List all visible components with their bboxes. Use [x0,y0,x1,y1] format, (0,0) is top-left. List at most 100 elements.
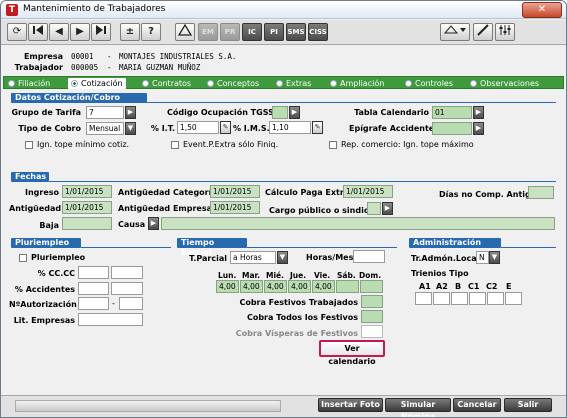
causa-dropdown[interactable]: ▶ [148,217,159,230]
radio-selected-icon [71,80,78,87]
hours-vie[interactable]: 4,00 [312,280,335,293]
baja-field[interactable] [62,217,112,230]
hours-lun[interactable]: 4,00 [216,280,239,293]
app-icon: T [6,4,18,16]
cobra-visperas-field[interactable] [361,325,383,338]
tab-conceptos[interactable]: Conceptos [207,78,259,89]
scrollbar-thumb[interactable] [16,401,280,411]
plus-minus-button[interactable]: ± [120,23,140,41]
calc-paga-extra-field[interactable]: 1/01/2015 [343,185,393,198]
insertar-foto-button[interactable]: Insertar Foto [318,398,383,412]
tab-contratos[interactable]: Contratos [142,78,191,89]
antiguedad-field[interactable]: 1/01/2015 [62,201,112,214]
it-field[interactable]: 1,50 [177,121,219,134]
ant-empresa-field[interactable]: 1/01/2015 [210,201,260,214]
cobra-todos-festivos-field[interactable] [361,310,383,323]
ims-field[interactable]: 1,10 [269,121,311,134]
tab-extras[interactable]: Extras [276,78,311,89]
tab-label: Extras [286,79,312,88]
settings-button[interactable] [495,23,515,41]
tipo-cobro-select[interactable]: Mensual [86,122,124,135]
day-header-mie: Mié. [266,271,284,280]
trienio-field-a1[interactable] [415,292,432,305]
it-edit-button[interactable]: ✎ [220,121,231,134]
ign-tope-checkbox[interactable] [25,141,33,149]
tparcial-select[interactable]: a Horas [230,251,276,264]
epigrafe-dropdown[interactable]: ▶ [473,122,484,135]
first-record-button[interactable] [28,23,48,41]
horizontal-scrollbar[interactable] [15,400,281,412]
tab-controles[interactable]: Controles [405,78,453,89]
accidentes-field-1[interactable] [78,282,109,295]
tipo-cobro-dropdown[interactable]: ▼ [125,122,136,135]
tparcial-dropdown[interactable]: ▼ [277,251,288,264]
trienio-field-e[interactable] [505,292,522,305]
lit-empresas-field[interactable] [78,313,143,326]
grupo-tarifa-dropdown[interactable]: ▶ [125,106,136,119]
autorizacion-field-1[interactable] [78,297,109,310]
ver-calendario-button[interactable]: Ver calendario [319,340,385,366]
tab-observaciones[interactable]: Observaciones [470,78,539,89]
trienio-field-a2[interactable] [433,292,450,305]
cancelar-button[interactable]: Cancelar [453,398,501,412]
close-button[interactable]: ✕ [522,2,562,18]
tabla-calendario-field[interactable]: 01 [432,106,472,119]
tabla-calendario-dropdown[interactable]: ▶ [473,106,484,119]
tab-cotizacion[interactable]: Cotización [68,78,126,89]
simular-nomina-button[interactable]: Simular Nómina [385,398,451,417]
ims-edit-button[interactable]: ✎ [312,121,323,134]
tab-label: Cotización [81,79,123,88]
causa-field[interactable] [161,217,555,230]
rep-comercio-checkbox[interactable] [329,141,337,149]
tr-admon-local-select[interactable]: N [476,251,489,264]
tag-pi-button[interactable]: PI [264,23,284,41]
horas-mes-field[interactable] [353,250,385,263]
tab-filiacion[interactable]: Filiación [8,78,50,89]
section-divider [247,247,397,248]
hours-dom[interactable] [360,280,383,293]
alert-button[interactable] [175,23,195,41]
ingreso-field[interactable]: 1/01/2015 [62,185,112,198]
hours-sab[interactable] [336,280,359,293]
cod-ocupacion-field[interactable] [272,106,288,119]
epigrafe-field[interactable] [432,122,472,135]
empresa-code: 00001 [71,52,94,61]
pluriempleo-checkbox[interactable] [19,254,27,262]
trienio-field-b[interactable] [451,292,468,305]
tag-pr-button[interactable]: PR [220,23,240,41]
hours-mar[interactable]: 4,00 [240,280,263,293]
cobra-festivos-trab-field[interactable] [361,295,383,308]
tab-ampliacion[interactable]: Ampliación [330,78,384,89]
event-pextra-checkbox[interactable] [171,141,179,149]
autorizacion-field-2[interactable] [119,297,143,310]
print-dropdown[interactable] [440,23,470,41]
salir-button[interactable]: Salir [504,398,552,412]
trienio-field-c2[interactable] [487,292,504,305]
hours-mie[interactable]: 4,00 [264,280,287,293]
ant-categoria-field[interactable]: 1/01/2015 [210,185,260,198]
warning-icon [177,23,193,36]
dias-no-comp-field[interactable] [528,186,554,199]
pluriempleo-check-label: Pluriempleo [31,253,86,262]
cargo-publico-field[interactable] [367,202,381,215]
tr-admon-local-dropdown[interactable]: ▼ [489,251,500,264]
tag-em-button[interactable]: EM [198,23,218,41]
ruler-button[interactable] [473,23,493,41]
next-record-button[interactable]: ▶ [70,23,90,41]
cargo-publico-dropdown[interactable]: ▶ [382,202,393,215]
refresh-icon[interactable]: ⟳ [7,23,27,41]
tag-ic-button[interactable]: IC [242,23,262,41]
last-record-button[interactable] [91,23,111,41]
trienio-field-c1[interactable] [469,292,486,305]
tag-sms-button[interactable]: SMS [286,23,306,41]
hours-jue[interactable]: 4,00 [288,280,311,293]
prev-record-button[interactable]: ◀ [49,23,69,41]
grupo-tarifa-field[interactable]: 7 [86,106,124,119]
day-header-dom: Dom. [359,271,382,280]
cc-field-2[interactable] [111,266,143,279]
cod-ocupacion-dropdown[interactable]: ▶ [289,106,300,119]
tag-ciss-button[interactable]: CISS [308,23,328,41]
help-button[interactable]: ? [141,23,161,41]
accidentes-field-2[interactable] [111,282,143,295]
cc-field-1[interactable] [78,266,109,279]
